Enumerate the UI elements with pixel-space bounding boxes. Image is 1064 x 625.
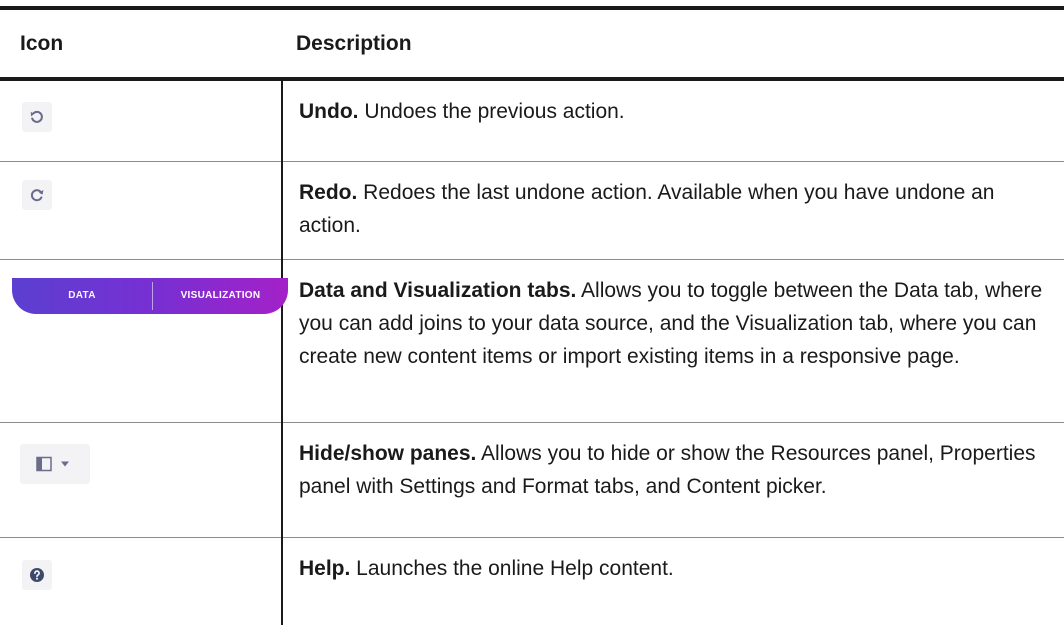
icon-description-table: Icon Description Undo. Undoes the previo… (0, 6, 1064, 625)
table-header-row: Icon Description (0, 8, 1064, 79)
description-cell: Help. Launches the online Help content. (282, 537, 1064, 625)
description-cell: Hide/show panes. Allows you to hide or s… (282, 422, 1064, 538)
data-visualization-tabs: DATA VISUALIZATION (12, 277, 288, 314)
hide-show-panes-icon (20, 443, 90, 484)
description-text: Redoes the last undone action. Available… (299, 180, 995, 237)
redo-icon (22, 179, 52, 210)
table-row-panes: Hide/show panes. Allows you to hide or s… (0, 422, 1064, 538)
undo-icon (22, 102, 52, 132)
table-row-help: Help. Launches the online Help content. (0, 537, 1064, 625)
table-row-tabs: DATA VISUALIZATION Data and Visualizatio… (0, 259, 1064, 423)
icon-cell: DATA VISUALIZATION (0, 259, 288, 423)
description-title: Undo. (299, 100, 359, 123)
icon-cell (0, 79, 283, 162)
description-cell: Data and Visualization tabs. Allows you … (282, 259, 1064, 423)
description-title: Hide/show panes. (299, 441, 477, 465)
icon-cell (0, 161, 283, 260)
description-column-header: Description (296, 31, 412, 55)
tab-visualization: VISUALIZATION (180, 290, 261, 301)
help-icon (22, 559, 52, 590)
table-row-undo: Undo. Undoes the previous action. (0, 79, 1064, 162)
icon-cell (0, 422, 283, 538)
description-cell: Redo. Redoes the last undone action. Ava… (282, 161, 1064, 260)
icon-column-header: Icon (20, 31, 64, 55)
caret-down-icon (61, 461, 69, 466)
description-text: Undoes the previous action. (358, 100, 625, 123)
icon-cell (0, 537, 283, 625)
description-title: Redo. (299, 180, 358, 204)
table-row-redo: Redo. Redoes the last undone action. Ava… (0, 161, 1064, 260)
description-title: Data and Visualization tabs. (299, 278, 577, 302)
description-cell: Undo. Undoes the previous action. (282, 79, 1064, 162)
description-title: Help. (299, 556, 351, 580)
tab-data: DATA (68, 290, 96, 301)
panes-icon (36, 456, 52, 471)
description-text: Launches the online Help content. (350, 556, 674, 580)
